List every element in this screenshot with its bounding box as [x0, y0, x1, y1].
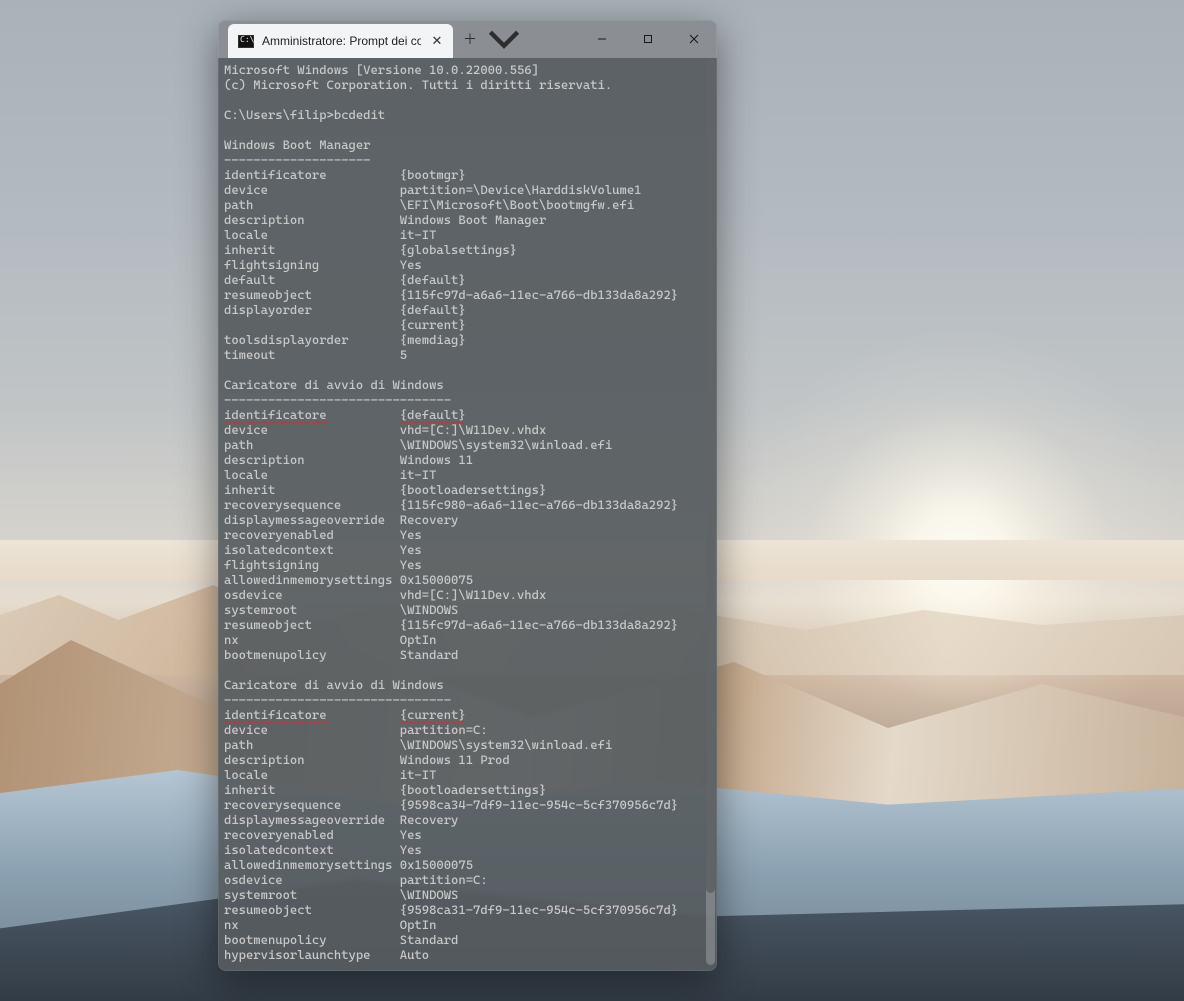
terminal-output[interactable]: Microsoft Windows [Versione 10.0.22000.5…: [218, 58, 717, 971]
titlebar[interactable]: Amministratore: Prompt dei co ✕ ＋: [218, 20, 717, 58]
scrollbar-thumb[interactable]: [706, 60, 715, 893]
tab-title: Amministratore: Prompt dei co: [262, 34, 421, 48]
scrollbar[interactable]: [706, 60, 715, 965]
new-tab-button[interactable]: ＋: [453, 20, 487, 58]
minimize-button[interactable]: [579, 20, 625, 58]
maximize-button[interactable]: [625, 20, 671, 58]
terminal-window: Amministratore: Prompt dei co ✕ ＋ Micros…: [218, 20, 717, 971]
tab-active[interactable]: Amministratore: Prompt dei co ✕: [228, 24, 453, 58]
close-button[interactable]: [671, 20, 717, 58]
cmd-icon: [238, 35, 254, 48]
tab-close-button[interactable]: ✕: [429, 33, 445, 49]
tab-dropdown-button[interactable]: [487, 20, 521, 58]
